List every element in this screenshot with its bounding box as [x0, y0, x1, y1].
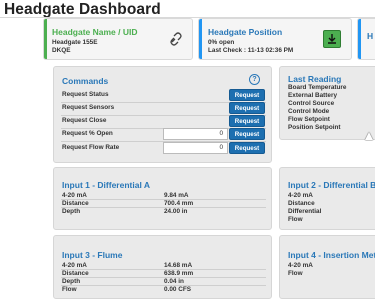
input3-title: Input 3 - Flume [62, 250, 123, 260]
input4-title: Input 4 - Insertion Meter [288, 250, 375, 260]
card-title: H [367, 31, 374, 41]
input-label: Flow [62, 286, 77, 293]
last-reading-title: Last Reading [288, 74, 342, 84]
position-status: 0% open [208, 39, 235, 46]
command-label: Request Flow Rate [62, 144, 120, 151]
reading-label: Position Setpoint [288, 124, 341, 131]
input3-card: Input 3 - Flume 4-20 mA 14.68 mA Distanc… [53, 235, 272, 299]
input-label: 4-20 mA [62, 262, 87, 269]
input-value: 700.4 mm [164, 200, 194, 207]
input-label: Depth [62, 208, 81, 215]
command-label: Request Status [62, 91, 109, 98]
headgate-uid: DKQE [52, 47, 71, 54]
request-flow-rate-button[interactable]: Request [229, 142, 265, 154]
card-accent [358, 19, 361, 59]
headgate-name: Headgate 155E [52, 39, 98, 46]
input2-title: Input 2 - Differential B [288, 180, 375, 190]
reading-label: Control Mode [288, 108, 330, 115]
input-label: 4-20 mA [288, 192, 313, 199]
help-icon[interactable]: ? [249, 74, 260, 85]
request-sensors-button[interactable]: Request [229, 102, 265, 114]
commands-card: Commands ? Request Status Request Reques… [53, 66, 272, 163]
percent-open-input[interactable]: 0 [163, 128, 228, 140]
commands-title: Commands [62, 76, 109, 86]
input-label: Depth [62, 278, 81, 285]
input-value: 0.04 in [164, 278, 184, 285]
card-title: Headgate Name / UID [52, 27, 138, 37]
request-status-button[interactable]: Request [229, 89, 265, 101]
request-close-button[interactable]: Request [229, 115, 265, 127]
input-label: 4-20 mA [62, 192, 87, 199]
link-icon[interactable] [169, 32, 183, 46]
input-value: 638.9 mm [164, 270, 194, 277]
input-value: 0.00 CFS [164, 286, 191, 293]
download-button[interactable] [323, 30, 341, 48]
request-percent-open-button[interactable]: Request [229, 128, 265, 140]
input-label: 4-20 mA [288, 262, 313, 269]
flow-rate-input[interactable]: 0 [163, 142, 228, 154]
last-check: Last Check : 11-13 02:36 PM [208, 47, 294, 54]
reading-label: Control Source [288, 100, 335, 107]
reading-label: Board Temperature [288, 84, 347, 91]
input2-card: Input 2 - Differential B 4-20 mA Distanc… [279, 167, 375, 230]
input-label: Flow [288, 270, 303, 277]
last-reading-card: Last Reading Board Temperature External … [279, 66, 375, 140]
card-title: Headgate Position [208, 27, 283, 37]
reading-label: Flow Setpoint [288, 116, 330, 123]
card-accent [199, 19, 202, 59]
cursor-pointer [365, 132, 373, 140]
input-label: Differential [288, 208, 322, 215]
input-label: Flow [288, 216, 303, 223]
reading-label: External Battery [288, 92, 338, 99]
command-label: Request Close [62, 117, 107, 124]
headgate-position-card: Headgate Position 0% open Last Check : 1… [198, 18, 352, 60]
input1-card: Input 1 - Differential A 4-20 mA 9.84 mA… [53, 167, 272, 230]
input1-title: Input 1 - Differential A [62, 180, 150, 190]
input-value: 14.68 mA [164, 262, 193, 269]
input-label: Distance [288, 200, 315, 207]
input4-card: Input 4 - Insertion Meter 4-20 mA Flow [279, 235, 375, 299]
command-label: Request Sensors [62, 104, 115, 111]
partial-card: H [357, 18, 375, 60]
card-accent [44, 19, 47, 59]
download-icon [328, 34, 336, 44]
command-label: Request % Open [62, 130, 113, 137]
input-value: 24.00 in [164, 208, 188, 215]
input-label: Distance [62, 270, 89, 277]
headgate-name-card: Headgate Name / UID Headgate 155E DKQE [43, 18, 193, 60]
input-value: 9.84 mA [164, 192, 189, 199]
input-label: Distance [62, 200, 89, 207]
